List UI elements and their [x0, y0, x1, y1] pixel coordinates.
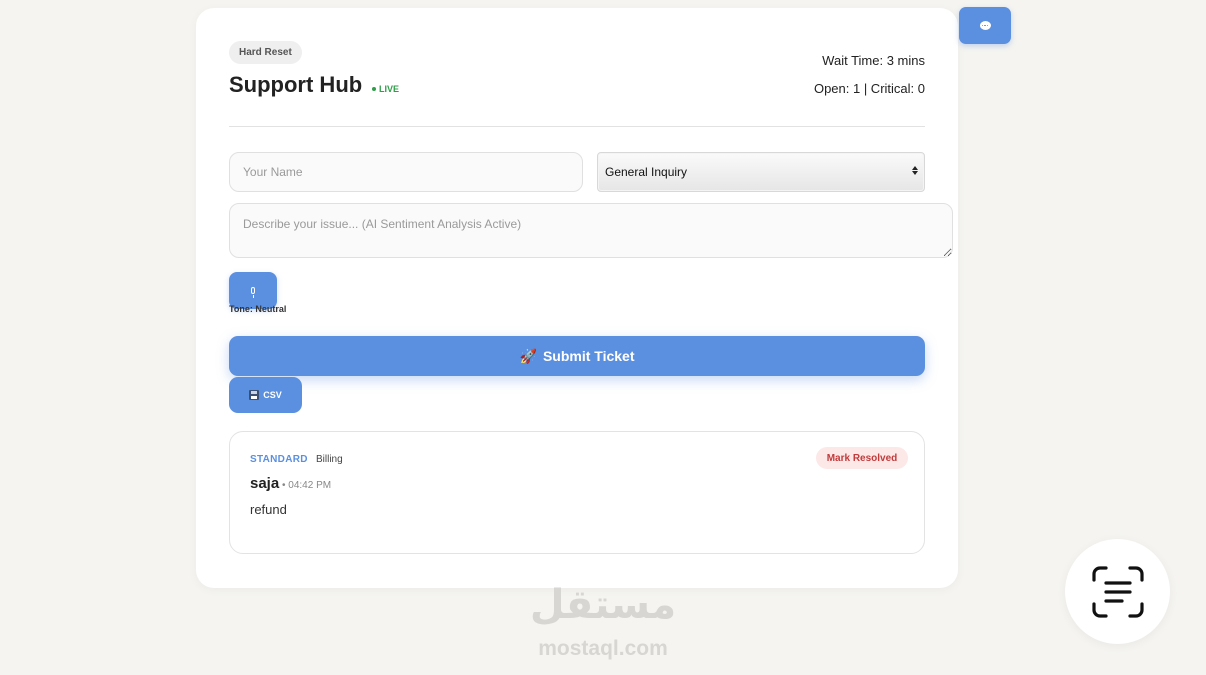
csv-label: CSV: [263, 390, 282, 400]
chat-toggle-button[interactable]: [959, 7, 1011, 44]
live-indicator: LIVE: [372, 84, 399, 94]
issue-textarea[interactable]: [229, 203, 953, 258]
floppy-disk-icon: [249, 390, 260, 400]
live-dot-icon: [372, 87, 376, 91]
submit-label: Submit Ticket: [542, 348, 635, 364]
ticket-category: Billing: [316, 454, 343, 465]
ticket-message: refund: [250, 502, 287, 517]
text-scan-button[interactable]: [1065, 539, 1170, 644]
hard-reset-button[interactable]: Hard Reset: [229, 41, 302, 64]
ticket-customer-name: saja: [250, 475, 280, 492]
text-scan-icon: [1091, 565, 1144, 618]
select-arrows-icon: [912, 166, 918, 175]
chat-bubble-icon: [979, 21, 991, 30]
microphone-icon: [251, 287, 255, 298]
mark-resolved-button[interactable]: Mark Resolved: [816, 447, 908, 469]
category-select[interactable]: General Inquiry: [597, 152, 925, 192]
submit-ticket-button[interactable]: 🚀 Submit Ticket: [229, 336, 925, 376]
watermark-logo-latin: mostaql.com: [538, 637, 668, 660]
watermark-logo-arabic: مستقل: [529, 582, 677, 628]
tone-indicator: Tone: Neutral: [229, 304, 287, 314]
header-divider: [229, 126, 925, 127]
ticket-counts-stat: Open: 1 | Critical: 0: [813, 81, 925, 96]
ticket-priority-badge: STANDARD: [250, 454, 308, 465]
ticket-timestamp: • 04:42 PM: [282, 480, 332, 491]
rocket-icon: 🚀: [519, 347, 537, 364]
page-title: Support Hub: [229, 72, 363, 97]
live-label: LIVE: [379, 84, 400, 94]
name-input[interactable]: [229, 152, 583, 192]
category-selected-value: General Inquiry: [605, 165, 688, 179]
wait-time-stat: Wait Time: 3 mins: [822, 53, 925, 68]
export-csv-button[interactable]: CSV: [229, 377, 302, 413]
